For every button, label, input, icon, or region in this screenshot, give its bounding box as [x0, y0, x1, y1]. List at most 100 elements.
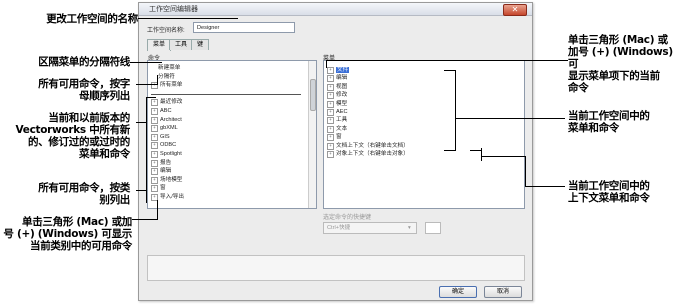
tab-keys[interactable]: 键	[191, 39, 210, 50]
expand-icon[interactable]: +	[151, 159, 158, 167]
expand-icon[interactable]: +	[327, 83, 334, 91]
list-item[interactable]: + 最近修改	[151, 99, 182, 107]
expand-icon[interactable]: +	[151, 176, 158, 184]
annotation-category: 所有可用命令，按类 别列出	[38, 182, 130, 206]
menu-item-label: AEC	[336, 109, 348, 115]
menu-item-label: 对象上下文（右键单击对象）	[336, 151, 409, 157]
list-item[interactable]: + GIS	[151, 133, 170, 141]
leader-alphabetical-v	[157, 75, 158, 85]
menu-item-label: 修改	[336, 92, 348, 99]
list-item[interactable]: + Architect	[151, 116, 182, 124]
ok-button[interactable]: 确定	[439, 286, 477, 298]
command-label: 场地模型	[160, 176, 183, 183]
tab-menus[interactable]: 菜单	[147, 39, 172, 51]
command-label: 新建菜单	[158, 65, 181, 71]
commands-scrollbar[interactable]	[308, 61, 316, 208]
menu-item-label: 视图	[336, 83, 348, 90]
leader-category-v	[146, 108, 147, 203]
list-item[interactable]: 分隔符	[151, 74, 175, 80]
list-item[interactable]: + gbXML	[151, 125, 178, 133]
menu-item[interactable]: + 修改	[327, 92, 348, 100]
command-label: 窗	[160, 185, 166, 192]
expand-icon[interactable]: +	[151, 185, 158, 193]
menu-item[interactable]: + 对象上下文（右键单击对象）	[327, 151, 409, 158]
expand-icon[interactable]: +	[327, 109, 334, 116]
command-label: Spotlight	[160, 151, 182, 157]
list-item[interactable]: + 编辑	[151, 168, 172, 176]
chevron-down-icon: ▾	[408, 225, 411, 231]
menus-list[interactable]: + 文件 + 编辑 + 视图 + 修改 + 模型 + AEC + 工具 + 文本 + 窗 + 文档上下文（右键单击文档…	[323, 60, 525, 209]
tab-tools[interactable]: 工具	[169, 39, 194, 50]
expand-icon[interactable]: +	[327, 75, 334, 83]
expand-icon[interactable]: +	[151, 116, 158, 124]
command-label: Architect	[160, 116, 182, 123]
leader-triangle-left-v	[157, 200, 158, 220]
shortcut-key-field[interactable]	[425, 222, 441, 234]
close-button[interactable]: ✕	[503, 4, 527, 16]
separator-line	[151, 93, 301, 95]
workspace-name-field[interactable]: Designer	[193, 22, 295, 33]
expand-icon[interactable]: +	[151, 151, 158, 158]
expand-icon[interactable]: +	[151, 168, 158, 176]
menu-item[interactable]: + 编辑	[327, 75, 347, 83]
expand-icon[interactable]: +	[151, 125, 158, 133]
expand-icon[interactable]: +	[327, 134, 334, 142]
menu-item-label: 模型	[336, 100, 348, 107]
shortcut-label: 选定命令的快捷键	[323, 215, 372, 221]
expand-icon[interactable]: +	[327, 92, 334, 100]
menu-item[interactable]: + 模型	[327, 100, 348, 108]
command-label: gbXML	[160, 125, 178, 132]
expand-icon[interactable]: +	[327, 67, 334, 74]
list-item[interactable]: + 窗	[151, 185, 166, 193]
list-item[interactable]: + ABC	[151, 108, 172, 115]
expand-icon[interactable]: +	[151, 108, 158, 115]
annotation-context: 当前工作空间中的 上下文菜单和命令	[568, 180, 650, 204]
expand-icon[interactable]: +	[327, 151, 334, 158]
menu-item-label: 工具	[336, 117, 348, 124]
leader-menus-bracket-top	[444, 70, 456, 71]
list-item[interactable]: + ODBC	[151, 142, 176, 150]
expand-icon[interactable]: +	[327, 100, 334, 108]
list-item[interactable]: 新建菜单	[151, 65, 180, 71]
command-label: 分隔符	[158, 73, 175, 80]
expand-icon[interactable]: +	[327, 125, 334, 133]
menu-item[interactable]: + 文档上下文（右键单击文档）	[327, 142, 409, 150]
leader-context-h1	[470, 150, 482, 151]
expand-icon[interactable]: +	[327, 142, 334, 150]
annotation-menus: 当前工作空间中的 菜单和命令	[568, 110, 650, 134]
menu-item[interactable]: + 窗	[327, 134, 342, 142]
expand-icon[interactable]: +	[151, 142, 158, 150]
commands-list[interactable]: 新建菜单分隔符+所有菜单+最近修改+ABC+Architect+gbXML+GI…	[147, 60, 317, 209]
annotation-triangle-right: 单击三角形 (Mac) 或加号 (+) (Windows) 可 显示菜单项下的当…	[568, 34, 673, 94]
expand-icon[interactable]: +	[151, 99, 158, 107]
command-label: ABC	[160, 108, 172, 114]
command-label: 所有菜单	[160, 82, 183, 89]
list-item[interactable]: + 导入/导出	[151, 194, 184, 201]
menu-item[interactable]: + 文本	[327, 125, 347, 133]
expand-icon[interactable]: +	[327, 117, 334, 125]
expand-icon[interactable]: +	[151, 133, 158, 141]
leader-triangle-left-h	[132, 219, 158, 220]
commands-scroll-thumb[interactable]	[310, 79, 316, 111]
modifier-select[interactable]: Ctrl+快捷 ▾	[323, 222, 417, 234]
list-item[interactable]: + 场地模型	[151, 176, 183, 184]
leader-legacy-h2	[146, 97, 156, 98]
description-area	[147, 255, 525, 281]
annotation-alphabetical: 所有可用命令，按字 母顺序列出	[38, 78, 130, 102]
list-item[interactable]: + 报告	[151, 159, 172, 167]
leader-legacy-h	[136, 122, 146, 123]
command-label: 导入/导出	[160, 194, 184, 200]
list-item[interactable]: + Spotlight	[151, 151, 182, 158]
leader-menus-bracket-v	[455, 70, 456, 150]
leader-separator	[130, 62, 162, 63]
menu-item[interactable]: + AEC	[327, 109, 348, 116]
cancel-button[interactable]: 取消	[484, 286, 522, 298]
command-label: 报告	[160, 159, 172, 166]
leader-alphabetical-h	[136, 84, 158, 85]
leader-menus-bracket-bottom	[444, 150, 456, 151]
menu-item[interactable]: + 工具	[327, 117, 348, 125]
menu-item[interactable]: + 视图	[327, 83, 348, 91]
leader-context-h3	[525, 186, 565, 187]
command-label: 编辑	[160, 168, 172, 175]
menu-item[interactable]: + 文件	[327, 67, 350, 74]
